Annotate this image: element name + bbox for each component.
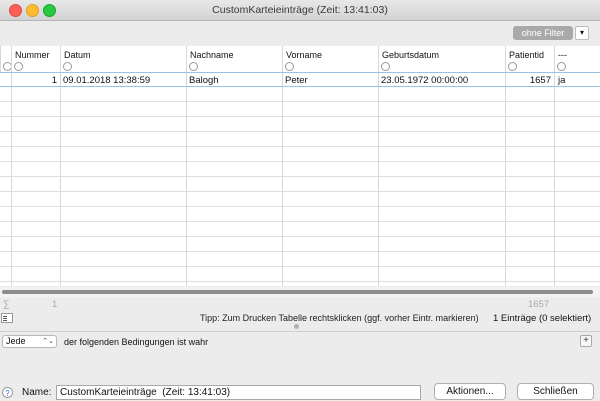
- column-header-nachname[interactable]: Nachname: [186, 46, 282, 72]
- radio-icon[interactable]: [557, 62, 566, 71]
- footer: ? Name: Aktionen... Schließen: [0, 352, 600, 401]
- cell-nachname: Balogh: [189, 75, 219, 86]
- radio-icon[interactable]: [63, 62, 72, 71]
- radio-icon[interactable]: [381, 62, 390, 71]
- add-condition-button[interactable]: +: [580, 335, 592, 347]
- column-header-patientid[interactable]: Patientid: [505, 46, 554, 72]
- column-header-label: Geburtsdatum: [382, 50, 440, 60]
- actions-button[interactable]: Aktionen...: [434, 383, 506, 400]
- column-header-vorname[interactable]: Vorname: [282, 46, 378, 72]
- empty-row: [0, 267, 600, 282]
- sum-icon: ∑: [3, 299, 10, 310]
- empty-row: [0, 162, 600, 177]
- close-button[interactable]: Schließen: [517, 383, 594, 400]
- sum-row: ∑ 1 1657: [0, 298, 600, 310]
- sum-patientid: 1657: [528, 299, 550, 310]
- toggle-line: [3, 320, 7, 321]
- empty-row: [0, 147, 600, 162]
- scrollbar-thumb[interactable]: [2, 290, 593, 294]
- condition-mode-select[interactable]: Jede ⌃⌄: [2, 335, 57, 348]
- toggle-line: [3, 318, 7, 319]
- empty-row: [0, 87, 600, 102]
- cell-patientid: 1657: [529, 75, 551, 86]
- split-handle-icon[interactable]: [294, 324, 299, 329]
- toolbar: ohne Filter ▾: [0, 21, 600, 45]
- name-label: Name:: [22, 387, 52, 398]
- entries-table[interactable]: Nummer Datum Nachname Vorname Geburtsdat…: [0, 46, 600, 286]
- table-header: Nummer Datum Nachname Vorname Geburtsdat…: [0, 46, 600, 73]
- updown-arrow-icon: ⌃⌄: [42, 338, 54, 345]
- cell-vorname: Peter: [285, 75, 308, 86]
- empty-row: [0, 237, 600, 252]
- window-title: CustomKarteieinträge (Zeit: 13:41:03): [212, 4, 388, 16]
- condition-row: Jede ⌃⌄ der folgenden Bedingungen ist wa…: [0, 331, 600, 353]
- condition-label: der folgenden Bedingungen ist wahr: [64, 337, 209, 347]
- column-header-label: Datum: [64, 50, 91, 60]
- cell-nummer: 1: [51, 75, 57, 86]
- column-header-label: Nummer: [15, 50, 50, 60]
- empty-row: [0, 132, 600, 147]
- view-toggle-icon[interactable]: [1, 313, 13, 323]
- column-header-label: Vorname: [286, 50, 323, 60]
- horizontal-scrollbar[interactable]: [0, 287, 600, 297]
- empty-row: [0, 192, 600, 207]
- radio-icon[interactable]: [285, 62, 294, 71]
- column-header-datum[interactable]: Datum: [60, 46, 186, 72]
- empty-row: [0, 177, 600, 192]
- empty-row: [0, 252, 600, 267]
- cell-datum: 09.01.2018 13:38:59: [63, 75, 151, 86]
- column-header-label: Patientid: [509, 50, 545, 60]
- column-header-select[interactable]: [0, 46, 12, 72]
- empty-row: [0, 207, 600, 222]
- help-icon[interactable]: ?: [2, 387, 13, 398]
- condition-mode-value: Jede: [6, 336, 26, 346]
- column-header-geburtsdatum[interactable]: Geburtsdatum: [378, 46, 505, 72]
- radio-icon[interactable]: [508, 62, 517, 71]
- empty-row: [0, 222, 600, 237]
- empty-row: [0, 102, 600, 117]
- radio-icon[interactable]: [189, 62, 198, 71]
- name-input[interactable]: [56, 385, 421, 400]
- column-header-label: Nachname: [190, 50, 234, 60]
- filter-menu-icon[interactable]: ▾: [575, 26, 589, 40]
- column-header-extra[interactable]: ---: [554, 46, 600, 72]
- table-row[interactable]: 1 09.01.2018 13:38:59 Balogh Peter 23.05…: [0, 72, 600, 87]
- cell-flag: ja: [558, 75, 566, 86]
- sum-nummer: 1: [52, 299, 58, 310]
- toggle-line: [3, 316, 7, 317]
- column-header-nummer[interactable]: Nummer: [11, 46, 60, 72]
- empty-row: [0, 117, 600, 132]
- column-header-label: ---: [558, 50, 567, 60]
- radio-icon[interactable]: [14, 62, 23, 71]
- print-tip: Tipp: Zum Drucken Tabelle rechtsklicken …: [200, 313, 479, 323]
- cell-geburtsdatum: 23.05.1972 00:00:00: [381, 75, 469, 86]
- filter-button[interactable]: ohne Filter: [513, 26, 573, 40]
- title-bar: CustomKarteieinträge (Zeit: 13:41:03): [0, 0, 600, 21]
- entry-count: 1 Einträge (0 selektiert): [493, 313, 592, 324]
